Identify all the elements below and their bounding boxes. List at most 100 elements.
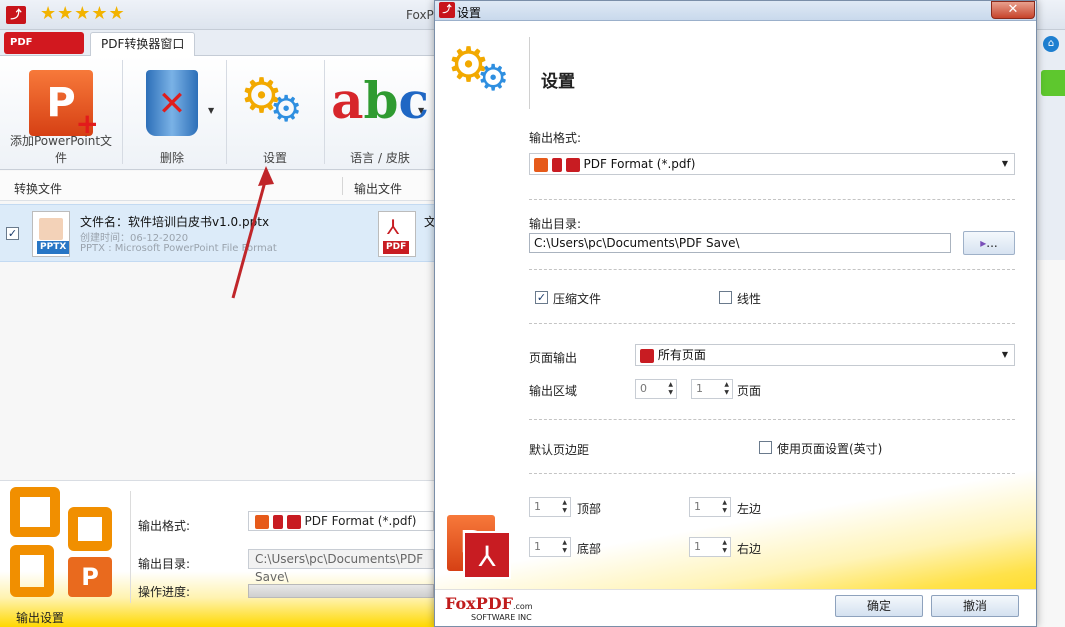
progress-bar: [248, 584, 434, 598]
cancel-button[interactable]: 撤消: [931, 595, 1019, 617]
output-settings-label: 输出设置: [16, 611, 65, 625]
page-output-label: 页面输出: [529, 351, 578, 365]
bottom-dir-field[interactable]: C:\Users\pc\Documents\PDF Save\: [248, 549, 434, 584]
bottom-format-value: PDF Format (*.pdf): [304, 514, 417, 528]
browse-button[interactable]: ▸...: [963, 231, 1015, 255]
linear-checkbox[interactable]: [719, 291, 732, 304]
language-dropdown-arrow-icon[interactable]: ▼: [418, 106, 424, 115]
file-row[interactable]: ✓ PPTX 文件名：软件培训白皮书v1.0.pptx 创建时间：06-12-2…: [0, 204, 436, 262]
delete-dropdown-arrow-icon[interactable]: ▼: [208, 106, 214, 115]
file-list-header: 转换文件 输出文件: [0, 171, 435, 201]
abc-language-icon: abc: [331, 71, 429, 130]
output-format-value: PDF Format (*.pdf): [583, 157, 696, 171]
chevron-down-icon: ▼: [1001, 159, 1008, 168]
margins-label: 默认页边距: [529, 443, 590, 457]
margin-top-spinner[interactable]: 1 ▲ ▼: [529, 497, 571, 517]
bottom-format-label: 输出格式:: [138, 519, 191, 533]
margin-right-value: 1: [694, 540, 701, 553]
app-logo-icon: ⤴: [6, 6, 26, 24]
dialog-gears-icon: ⚙ ⚙: [447, 37, 510, 99]
delete-button[interactable]: ✕ ▼ 删除: [126, 62, 218, 168]
margin-left-value: 1: [694, 500, 701, 513]
section-divider: [529, 419, 1015, 420]
pdf-graphic-icon: ⅄: [463, 531, 511, 579]
spinner-arrows-icon[interactable]: ▲ ▼: [562, 499, 567, 515]
range-to-value: 1: [696, 382, 703, 395]
spinner-arrows-icon[interactable]: ▲ ▼: [722, 539, 727, 555]
ribbon-separator: [226, 60, 227, 164]
bottom-format-select[interactable]: PDF Format (*.pdf): [248, 511, 434, 531]
column-divider: [342, 177, 343, 195]
green-side-tab[interactable]: [1041, 70, 1065, 96]
app-menu-label: PDF: [10, 37, 33, 48]
dialog-header: 设置: [541, 72, 575, 92]
tab-converter[interactable]: PDF转换器窗口: [90, 32, 196, 56]
column-convert-file[interactable]: 转换文件: [14, 180, 62, 197]
ppt-format-icon: [534, 157, 548, 172]
add-powerpoint-button[interactable]: P + 添加PowerPoint文件: [4, 62, 118, 168]
margin-right-label: 右边: [737, 542, 762, 556]
column-output-file[interactable]: 输出文件: [354, 180, 402, 197]
ribbon-separator: [324, 60, 325, 164]
margin-bottom-spinner[interactable]: 1 ▲ ▼: [529, 537, 571, 557]
spinner-arrows-icon[interactable]: ▲ ▼: [668, 381, 673, 397]
margin-left-label: 左边: [737, 502, 762, 516]
margin-top-label: 顶部: [577, 502, 602, 516]
add-powerpoint-label: 添加PowerPoint文件: [9, 134, 113, 165]
output-dir-input[interactable]: C:\Users\pc\Documents\PDF Save\: [529, 233, 951, 253]
range-from-value: 0: [640, 382, 647, 395]
settings-dialog: ⤴ 设置 ✕ ⚙ ⚙ 设置 输出格式: PDF Format (*.pdf) ▼ …: [434, 0, 1037, 627]
page-output-select[interactable]: 所有页面 ▼: [635, 344, 1015, 366]
file-name: 文件名：软件培训白皮书v1.0.pptx: [80, 215, 270, 229]
pptx-tag: PPTX: [37, 241, 70, 254]
arrow-format-icon: [551, 157, 562, 172]
pdf-file-icon: ⅄ PDF: [378, 211, 416, 257]
language-skin-button[interactable]: abc ▼ 语言 / 皮肤: [328, 62, 432, 168]
pdf-format-icon: [286, 514, 301, 529]
delete-label: 删除: [159, 151, 184, 165]
output-range-label: 输出区域: [529, 384, 578, 398]
spinner-arrows-icon[interactable]: ▲ ▼: [722, 499, 727, 515]
page-output-value: 所有页面: [657, 348, 706, 362]
home-icon[interactable]: ⌂: [1043, 36, 1059, 52]
compress-checkbox[interactable]: ✓: [535, 291, 548, 304]
dialog-app-icon: ⤴: [439, 2, 455, 18]
ribbon-separator: [122, 60, 123, 164]
browse-label: ...: [986, 236, 998, 250]
range-to-spinner[interactable]: 1 ▲ ▼: [691, 379, 733, 399]
brand-com: .com: [512, 602, 533, 611]
foxpdf-logo: FoxPDF.com: [445, 594, 533, 613]
right-edge-strip: ⌂: [1037, 30, 1065, 260]
app-menu-button[interactable]: PDF: [4, 32, 84, 54]
powerpoint-add-icon: P +: [29, 70, 99, 138]
file-checkbox[interactable]: ✓: [6, 227, 19, 240]
margin-top-value: 1: [534, 500, 541, 513]
pdf-format-icon: [565, 157, 580, 172]
dialog-header-separator: [529, 37, 530, 109]
margin-bottom-value: 1: [534, 540, 541, 553]
spinner-arrows-icon[interactable]: ▲ ▼: [562, 539, 567, 555]
pdf-tag: PDF: [383, 241, 410, 254]
output-format-select[interactable]: PDF Format (*.pdf) ▼: [529, 153, 1015, 175]
range-unit-label: 页面: [737, 384, 762, 398]
file-created: 创建时间：06-12-2020: [80, 233, 189, 244]
ppt-format-icon: [255, 514, 269, 529]
bottom-dir-label: 输出目录:: [138, 557, 191, 571]
margin-right-spinner[interactable]: 1 ▲ ▼: [689, 537, 731, 557]
spinner-arrows-icon[interactable]: ▲ ▼: [724, 381, 729, 397]
settings-button[interactable]: ⚙ ⚙ 设置: [230, 62, 320, 168]
range-from-spinner[interactable]: 0 ▲ ▼: [635, 379, 677, 399]
bottom-progress-label: 操作进度:: [138, 585, 191, 599]
pdf-page-icon: [640, 348, 654, 363]
brand-name: FoxPDF: [445, 594, 513, 613]
language-skin-label: 语言 / 皮肤: [350, 151, 410, 165]
output-dir-label: 输出目录:: [529, 217, 582, 231]
margin-left-spinner[interactable]: 1 ▲ ▼: [689, 497, 731, 517]
dialog-close-button[interactable]: ✕: [991, 1, 1035, 19]
settings-label: 设置: [262, 151, 287, 165]
use-page-settings-label: 使用页面设置(英寸): [777, 442, 883, 456]
rating-stars[interactable]: ★★★★★: [40, 5, 126, 23]
use-page-settings-checkbox[interactable]: [759, 441, 772, 454]
dialog-title-bar: ⤴ 设置 ✕: [435, 1, 1036, 21]
ok-button[interactable]: 确定: [835, 595, 923, 617]
